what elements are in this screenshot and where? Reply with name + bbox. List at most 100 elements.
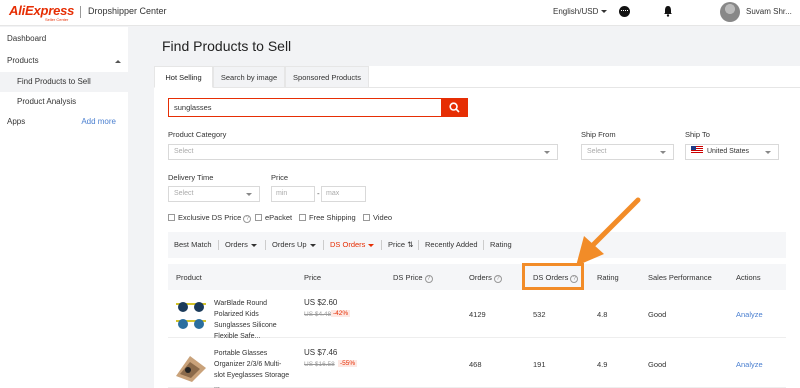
sort-recently-added[interactable]: Recently Added (425, 240, 478, 249)
delivery-time-placeholder: Select (174, 190, 194, 197)
checkbox-icon (168, 214, 175, 221)
sort-divider (218, 240, 219, 250)
add-more-link[interactable]: Add more (81, 112, 116, 132)
tab-search-by-image[interactable]: Search by image (213, 66, 285, 88)
price-max-input[interactable]: max (321, 186, 366, 202)
help-icon[interactable]: ? (493, 275, 502, 283)
logo-subtitle: Seller Center (45, 17, 69, 22)
column-ds-price: DS Price? (393, 273, 433, 283)
help-icon[interactable]: ? (424, 275, 433, 283)
product-category-select[interactable]: Select (168, 144, 558, 160)
discount-badge: -42% (331, 310, 351, 317)
rating-value: 4.9 (597, 360, 608, 369)
sales-performance-value: Good (648, 310, 667, 319)
sales-performance-value: Good (648, 360, 667, 369)
analyze-link[interactable]: Analyze (736, 360, 763, 369)
price-label: Price (271, 173, 289, 182)
orders-value: 4129 (469, 310, 486, 319)
message-icon[interactable] (619, 6, 630, 17)
delivery-time-select[interactable]: Select (168, 186, 260, 202)
epacket-checkbox[interactable]: ePacket (255, 213, 292, 222)
sort-bar: Best Match Orders Orders Up DS Orders Pr… (168, 232, 786, 258)
product-title[interactable]: WarBlade Round Polarized Kids Sunglasses… (214, 298, 290, 342)
product-price: US $7.46 (304, 348, 338, 357)
sort-rating[interactable]: Rating (490, 240, 512, 249)
product-image[interactable] (174, 296, 208, 334)
sidebar-item-product-analysis[interactable]: Product Analysis (0, 92, 128, 112)
table-header: Product Price DS Price? Orders? DS Order… (168, 264, 786, 290)
checkbox-label: Exclusive DS Price (178, 213, 242, 222)
tab-sponsored-products[interactable]: Sponsored Products (285, 66, 369, 88)
sort-orders[interactable]: Orders (225, 240, 257, 249)
username[interactable]: Suvam Shr... (746, 7, 792, 16)
main-panel: Hot Selling Search by image Sponsored Pr… (154, 66, 800, 388)
chevron-down-icon (246, 193, 252, 196)
free-shipping-checkbox[interactable]: Free Shipping (299, 213, 356, 222)
search-value: sunglasses (174, 103, 212, 112)
sort-label: DS Orders (330, 240, 366, 249)
search-input[interactable]: sunglasses (168, 98, 468, 117)
table-row: WarBlade Round Polarized Kids Sunglasses… (168, 292, 786, 340)
chevron-down-icon (660, 151, 666, 154)
product-image[interactable] (174, 346, 208, 384)
column-orders: Orders? (469, 273, 502, 283)
table-row: Portable Glasses Organizer 2/3/6 Multi-s… (168, 342, 786, 388)
column-product: Product (176, 273, 202, 282)
caret-down-icon (250, 243, 257, 247)
sort-divider (265, 240, 266, 250)
ship-from-select[interactable]: Select (581, 144, 674, 160)
sort-best-match[interactable]: Best Match (174, 240, 212, 249)
header-divider (80, 6, 81, 18)
avatar[interactable] (720, 2, 740, 22)
annotation-arrow-icon (576, 197, 641, 266)
checkbox-label: ePacket (265, 213, 293, 222)
column-sales-performance: Sales Performance (648, 273, 712, 282)
sidebar: Dashboard Products Find Products to Sell… (0, 27, 128, 388)
search-button[interactable] (441, 98, 468, 117)
sort-label: Price (388, 240, 406, 249)
analyze-link[interactable]: Analyze (736, 310, 763, 319)
sort-label: Orders (225, 240, 248, 249)
logo-text: AliExpress (9, 3, 75, 18)
column-label: DS Price (393, 273, 423, 282)
sort-divider (483, 240, 484, 250)
exclusive-ds-price-checkbox[interactable]: Exclusive DS Price? (168, 213, 252, 223)
bell-icon[interactable] (663, 5, 673, 17)
header-title: Dropshipper Center (88, 6, 167, 16)
aliexpress-logo[interactable]: AliExpress Seller Center (9, 3, 75, 22)
help-icon[interactable]: ? (243, 215, 252, 223)
chevron-down-icon (765, 151, 771, 154)
ship-to-label: Ship To (685, 130, 710, 139)
sidebar-item-dashboard[interactable]: Dashboard (0, 29, 128, 49)
ship-to-select[interactable]: United States (685, 144, 779, 160)
sort-arrows-icon: ⇅ (407, 240, 414, 249)
ship-to-value: United States (707, 148, 750, 155)
product-category-placeholder: Select (174, 148, 194, 155)
sort-ds-orders[interactable]: DS Orders (330, 240, 375, 249)
column-label: Orders (469, 273, 492, 282)
tab-hot-selling[interactable]: Hot Selling (154, 66, 213, 88)
original-price: US $16.58 (304, 361, 335, 368)
checkbox-icon (363, 214, 370, 221)
sort-orders-up[interactable]: Orders Up (272, 240, 316, 249)
product-category-label: Product Category (168, 130, 227, 139)
caret-down-icon (309, 243, 316, 247)
sidebar-item-find-products[interactable]: Find Products to Sell (0, 72, 128, 92)
sort-price[interactable]: Price ⇅ (388, 240, 413, 249)
column-rating: Rating (597, 273, 619, 282)
language-selector[interactable]: English/USD (553, 7, 608, 16)
product-title[interactable]: Portable Glasses Organizer 2/3/6 Multi-s… (214, 348, 290, 388)
sort-divider (418, 240, 419, 250)
original-price: US $4.48 (304, 311, 332, 318)
caret-down-icon (368, 243, 375, 247)
checkbox-icon (255, 214, 262, 221)
chevron-down-icon (601, 10, 608, 14)
us-flag-icon (691, 146, 703, 154)
rating-value: 4.8 (597, 310, 608, 319)
sidebar-item-products[interactable]: Products (0, 51, 128, 71)
sidebar-item-apps[interactable]: Apps Add more (0, 112, 128, 132)
checkbox-label: Free Shipping (309, 213, 356, 222)
sidebar-item-label: Products (7, 56, 39, 65)
video-checkbox[interactable]: Video (363, 213, 392, 222)
price-min-input[interactable]: min (271, 186, 315, 202)
